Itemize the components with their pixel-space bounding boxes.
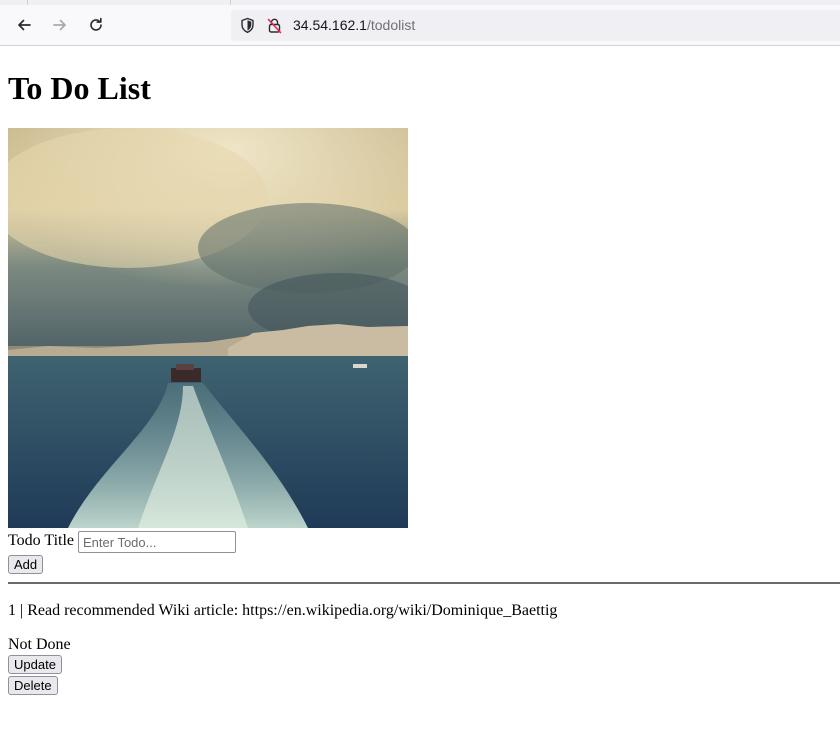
todo-title-label: Todo Title	[8, 532, 75, 549]
add-row: Add	[8, 555, 832, 574]
insecure-lock-icon[interactable]	[266, 17, 283, 39]
url-path: /todolist	[366, 17, 416, 33]
update-row: Update	[8, 655, 832, 675]
shield-icon[interactable]	[239, 17, 256, 39]
todo-text: 1 | Read recommended Wiki article: https…	[8, 602, 558, 619]
todo-list: 1 | Read recommended Wiki article: https…	[8, 602, 832, 696]
page-content: To Do List Todo Title Enter Todo... Add …	[0, 70, 840, 696]
arrow-left-icon	[18, 19, 31, 31]
forward-button[interactable]	[46, 11, 74, 39]
page-title: To Do List	[8, 70, 151, 106]
tab-strip	[0, 0, 840, 5]
address-bar[interactable]: 34.54.162.1/todolist	[231, 10, 840, 41]
reload-icon	[90, 17, 102, 31]
arrow-right-icon	[53, 19, 66, 31]
url-host: 34.54.162.1	[293, 17, 367, 33]
header-image	[8, 128, 408, 528]
url-text[interactable]: 34.54.162.1/todolist	[293, 17, 415, 33]
todo-status: Not Done	[8, 636, 71, 653]
tab-divider	[27, 0, 28, 5]
todo-form: Todo Title	[8, 528, 832, 554]
divider	[8, 582, 840, 584]
update-button[interactable]: Update	[8, 655, 62, 674]
tab-divider	[230, 0, 231, 5]
add-button[interactable]: Add	[8, 555, 44, 574]
todo-title-input[interactable]	[78, 531, 236, 553]
back-button[interactable]	[10, 11, 38, 39]
browser-toolbar: 34.54.162.1/todolist	[0, 0, 840, 46]
list-item: 1 | Read recommended Wiki article: https…	[8, 602, 832, 696]
delete-button[interactable]: Delete	[8, 676, 58, 695]
delete-row: Delete	[8, 676, 832, 696]
reload-button[interactable]	[82, 11, 110, 39]
